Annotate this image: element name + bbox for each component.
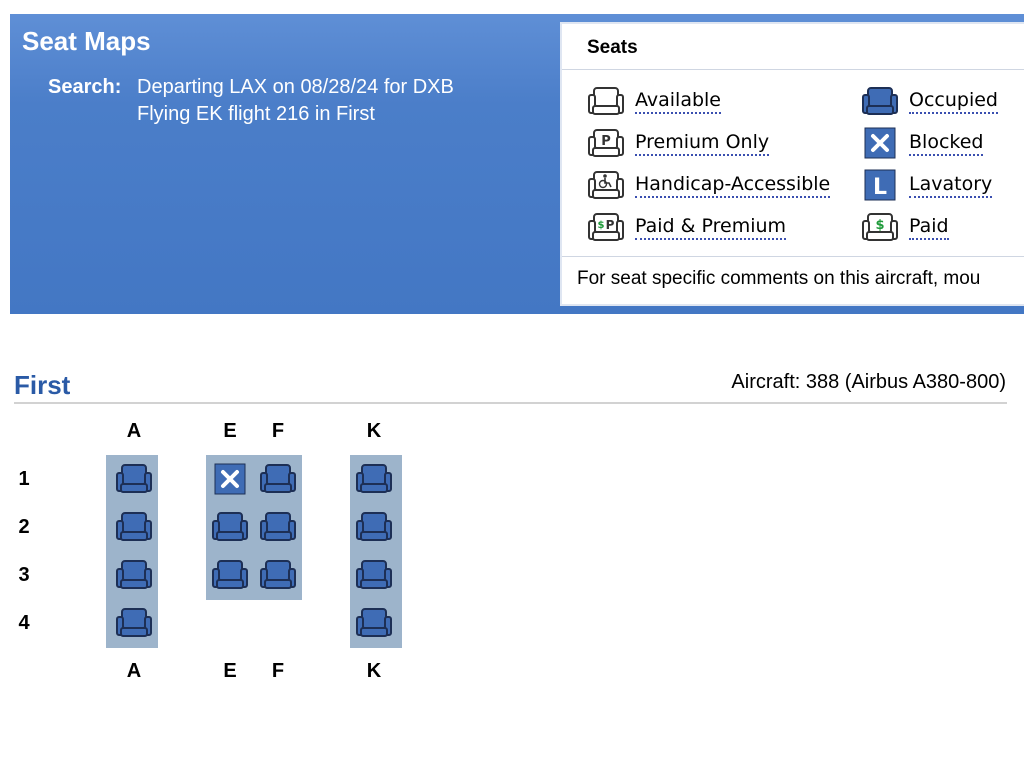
cabin-title: First [14,370,71,400]
occupied-seat-icon [260,464,296,493]
legend-item-occupied: Occupied [861,84,998,118]
row-label: 1 [18,468,30,490]
occupied-seat-icon [356,608,392,637]
column-label-bottom: E [223,660,237,682]
page-title: Seat Maps [22,26,151,56]
occupied-seat-icon [116,512,152,541]
paid-premium-seat-icon: $ P [587,210,625,244]
svg-text:$: $ [598,220,605,231]
seat-3e-occupied[interactable] [210,557,250,593]
premium-seat-icon: P [587,126,625,160]
seat-2a-occupied[interactable] [114,509,154,545]
legend-item-handicap: Handicap-Accessible [587,168,831,202]
legend-item-available: Available [587,84,722,118]
divider [14,402,1007,404]
seat-1k-occupied[interactable] [354,461,394,497]
occupied-seat-icon [116,464,152,493]
seat-3f-occupied[interactable] [258,557,298,593]
svg-text:L: L [873,175,887,200]
seat-4a-occupied[interactable] [114,605,154,641]
lavatory-icon: L [861,168,899,202]
occupied-seat-icon [212,560,248,589]
handicap-seat-icon [587,168,625,202]
occupied-seat-icon [861,84,899,118]
available-seat-icon [587,84,625,118]
legend-item-premium: P Premium Only [587,126,770,160]
svg-text:P: P [601,134,611,149]
legend-label[interactable]: Paid & Premium [635,215,787,240]
occupied-seat-icon [356,560,392,589]
seat-4k-occupied[interactable] [354,605,394,641]
legend-label[interactable]: Paid [909,215,949,240]
seat-3k-occupied[interactable] [354,557,394,593]
column-label-bottom: K [366,660,382,682]
column-label-top: A [126,420,142,442]
legend-item-paid-premium: $ P Paid & Premium [587,210,787,244]
row-label: 2 [18,516,30,538]
svg-text:P: P [606,218,615,232]
seat-1a-occupied[interactable] [114,461,154,497]
seat-3a-occupied[interactable] [114,557,154,593]
occupied-seat-icon [356,512,392,541]
occupied-seat-icon [356,464,392,493]
occupied-seat-icon [260,560,296,589]
svg-text:$: $ [875,218,884,233]
row-label: 4 [18,612,30,634]
legend-label[interactable]: Blocked [909,131,984,156]
legend-item-lavatory: L Lavatory [861,168,993,202]
aircraft-info: Aircraft: 388 (Airbus A380-800) [731,371,1006,393]
column-label-bottom: F [271,660,285,682]
row-label: 3 [18,564,30,586]
legend-label[interactable]: Occupied [909,89,998,114]
occupied-seat-icon [116,608,152,637]
legend-label[interactable]: Lavatory [909,173,993,198]
occupied-seat-icon [116,560,152,589]
legend-item-blocked: Blocked [861,126,984,160]
blocked-seat-icon [214,463,246,495]
occupied-seat-icon [212,512,248,541]
search-label: Search: [48,76,122,98]
legend-title: Seats [562,24,1024,70]
seat-2f-occupied[interactable] [258,509,298,545]
seat-2k-occupied[interactable] [354,509,394,545]
blocked-seat-icon [861,126,899,160]
legend-item-paid: $ Paid [861,210,949,244]
seat-legend: Seats Available Occupied P Premium Only … [560,22,1024,306]
search-flight: Flying EK flight 216 in First [137,103,375,125]
column-label-top: E [223,420,237,442]
seat-1e-blocked[interactable] [210,461,250,497]
column-label-bottom: A [126,660,142,682]
column-label-top: F [271,420,285,442]
seat-1f-occupied[interactable] [258,461,298,497]
legend-label[interactable]: Available [635,89,722,114]
seat-2e-occupied[interactable] [210,509,250,545]
search-route: Departing LAX on 08/28/24 for DXB [137,76,454,98]
occupied-seat-icon [260,512,296,541]
legend-label[interactable]: Premium Only [635,131,770,156]
legend-label[interactable]: Handicap-Accessible [635,173,831,198]
paid-seat-icon: $ [861,210,899,244]
legend-footer: For seat specific comments on this aircr… [562,256,1024,304]
column-label-top: K [366,420,382,442]
